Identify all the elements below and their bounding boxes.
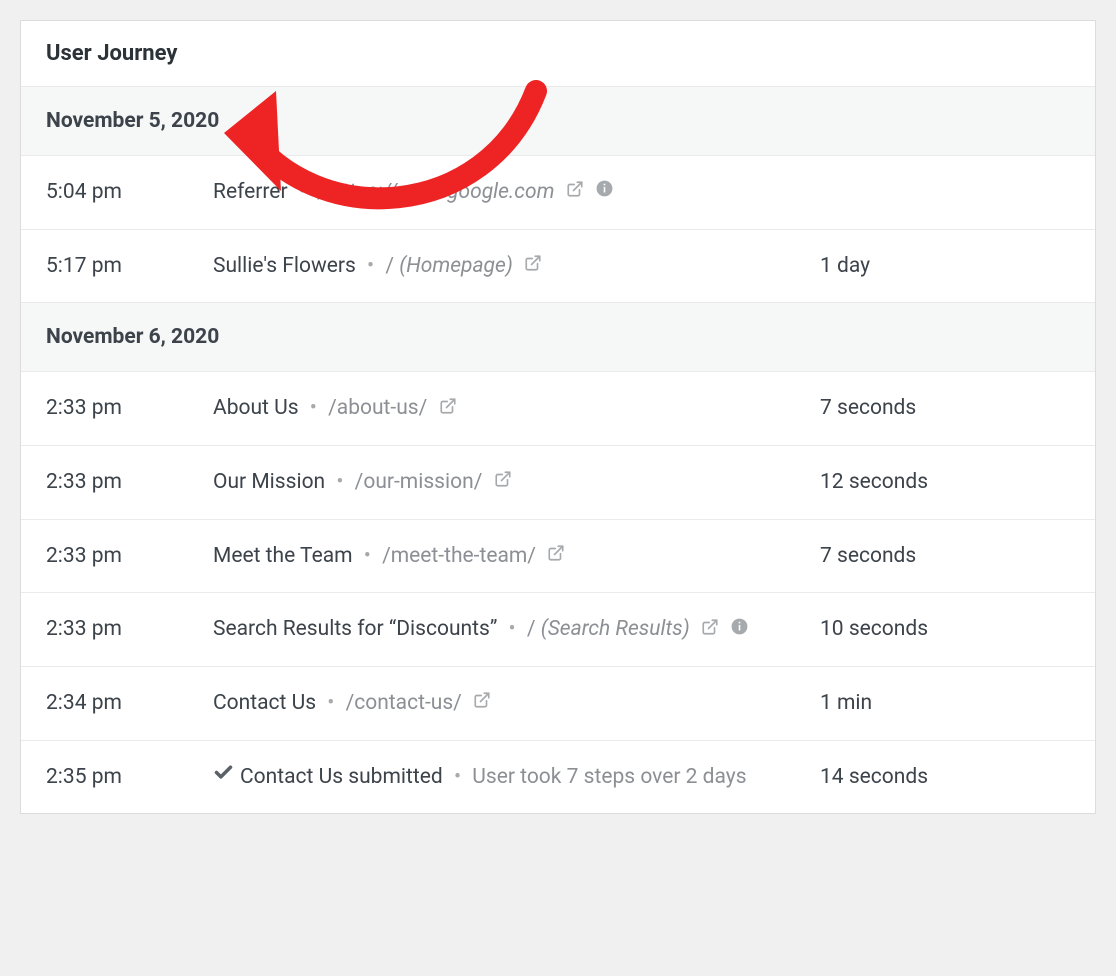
- entry-time: 5:04 pm: [46, 177, 213, 207]
- entry-path: (Homepage): [399, 254, 513, 278]
- entry-title: About Us: [213, 396, 299, 420]
- entry-path: (Search Results): [541, 617, 690, 641]
- entry-time: 2:34 pm: [46, 688, 213, 718]
- entry-path: /contact-us/: [346, 691, 462, 715]
- entry-main: Search Results for “Discounts” • / (Sear…: [213, 614, 820, 645]
- journey-entry: 2:33 pmSearch Results for “Discounts” • …: [21, 593, 1095, 667]
- separator-dot: •: [322, 691, 340, 715]
- journey-entry: 5:04 pmReferrer • / https://www.google.c…: [21, 156, 1095, 230]
- separator-dot: •: [359, 544, 377, 568]
- entry-main: Contact Us • /contact-us/: [213, 688, 820, 719]
- separator-dot: •: [331, 470, 349, 494]
- external-link-icon[interactable]: [439, 394, 457, 424]
- external-link-icon[interactable]: [566, 177, 584, 207]
- separator-dot: •: [305, 396, 323, 420]
- user-journey-panel: User Journey November 5, 20205:04 pmRefe…: [20, 20, 1096, 814]
- entry-time: 2:33 pm: [46, 614, 213, 644]
- journey-entry: 2:33 pmMeet the Team • /meet-the-team/ 7…: [21, 520, 1095, 594]
- date-header: November 5, 2020: [21, 87, 1095, 156]
- info-icon[interactable]: [730, 615, 749, 645]
- entry-path: /about-us/: [328, 396, 427, 420]
- entry-time: 2:33 pm: [46, 467, 213, 497]
- entry-note: User took 7 steps over 2 days: [472, 765, 746, 789]
- entry-time: 2:35 pm: [46, 762, 213, 792]
- separator-dot: •: [362, 254, 380, 278]
- journey-entry: 2:34 pmContact Us • /contact-us/ 1 min: [21, 667, 1095, 741]
- check-icon: [213, 762, 234, 792]
- info-icon[interactable]: [595, 177, 614, 207]
- entry-duration: 7 seconds: [820, 541, 1070, 571]
- entry-duration: 7 seconds: [820, 393, 1070, 423]
- entry-title: Contact Us: [213, 691, 316, 715]
- journey-entry: 2:33 pmOur Mission • /our-mission/ 12 se…: [21, 446, 1095, 520]
- entry-main: Our Mission • /our-mission/: [213, 467, 820, 498]
- entry-title: Our Mission: [213, 470, 325, 494]
- entry-duration: 14 seconds: [820, 762, 1070, 792]
- journey-entry: 2:33 pmAbout Us • /about-us/ 7 seconds: [21, 372, 1095, 446]
- entry-path-prefix: /: [385, 254, 399, 278]
- entry-main: Meet the Team • /meet-the-team/: [213, 541, 820, 572]
- date-header: November 6, 2020: [21, 303, 1095, 372]
- entry-main: Sullie's Flowers • / (Homepage): [213, 251, 820, 282]
- entry-path: /meet-the-team/: [382, 544, 536, 568]
- entry-main: Referrer • / https://www.google.com: [213, 177, 820, 208]
- entry-time: 2:33 pm: [46, 541, 213, 571]
- entry-path-prefix: /: [317, 180, 331, 204]
- external-link-icon[interactable]: [494, 467, 512, 497]
- entry-time: 2:33 pm: [46, 393, 213, 423]
- entry-path: https://www.google.com: [331, 180, 554, 204]
- entry-main: Contact Us submitted • User took 7 steps…: [213, 762, 820, 793]
- journey-entry: 5:17 pmSullie's Flowers • / (Homepage) 1…: [21, 230, 1095, 304]
- entry-duration: 1 min: [820, 688, 1070, 718]
- external-link-icon[interactable]: [701, 615, 719, 645]
- entry-path-prefix: /: [527, 617, 541, 641]
- separator-dot: •: [294, 180, 312, 204]
- external-link-icon[interactable]: [547, 541, 565, 571]
- entry-time: 5:17 pm: [46, 251, 213, 281]
- entry-main: About Us • /about-us/: [213, 393, 820, 424]
- entry-duration: 12 seconds: [820, 467, 1070, 497]
- entry-duration: 1 day: [820, 251, 1070, 281]
- entry-title: Sullie's Flowers: [213, 254, 356, 278]
- entry-duration: 10 seconds: [820, 614, 1070, 644]
- separator-dot: •: [503, 617, 521, 641]
- separator-dot: •: [449, 765, 467, 789]
- external-link-icon[interactable]: [473, 688, 491, 718]
- entry-title: Search Results for “Discounts”: [213, 617, 497, 641]
- external-link-icon[interactable]: [524, 251, 542, 281]
- entry-title: Meet the Team: [213, 544, 353, 568]
- panel-title: User Journey: [21, 21, 1095, 87]
- entry-path: /our-mission/: [355, 470, 483, 494]
- journey-entry: 2:35 pmContact Us submitted • User took …: [21, 741, 1095, 814]
- entry-title: Referrer: [213, 180, 288, 204]
- entry-title: Contact Us submitted: [240, 765, 443, 789]
